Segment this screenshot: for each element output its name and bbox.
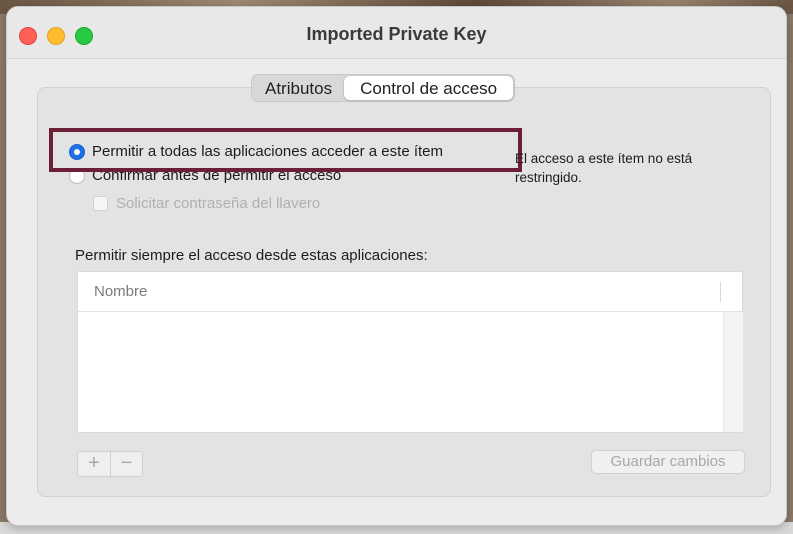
keychain-password-label: Solicitar contraseña del llavero <box>116 195 321 212</box>
save-changes-button[interactable]: Guardar cambios <box>591 450 745 474</box>
tab-access-control[interactable]: Control de acceso <box>344 76 514 100</box>
remove-app-button[interactable]: − <box>110 452 142 476</box>
allowed-apps-table[interactable]: Nombre <box>77 271 743 433</box>
table-scrollbar[interactable] <box>723 312 743 432</box>
tab-bar: Atributos Control de acceso <box>251 74 516 102</box>
add-app-button[interactable]: + <box>78 452 110 476</box>
annotation-highlight <box>49 128 522 172</box>
column-separator <box>720 282 721 302</box>
keychain-password-checkbox <box>93 196 108 211</box>
apps-section-label: Permitir siempre el acceso desde estas a… <box>75 247 428 264</box>
window-title: Imported Private Key <box>306 24 487 44</box>
tab-attributes[interactable]: Atributos <box>253 76 344 100</box>
table-header: Nombre <box>78 272 742 312</box>
add-remove-group: + − <box>77 451 143 477</box>
title-bar: Imported Private Key <box>7 7 786 59</box>
keychain-item-window: Imported Private Key Atributos Control d… <box>6 6 787 526</box>
keychain-password-option: Solicitar contraseña del llavero <box>93 195 320 212</box>
column-header-name[interactable]: Nombre <box>94 283 147 300</box>
access-note: El acceso a este ítem no está restringid… <box>515 151 693 185</box>
